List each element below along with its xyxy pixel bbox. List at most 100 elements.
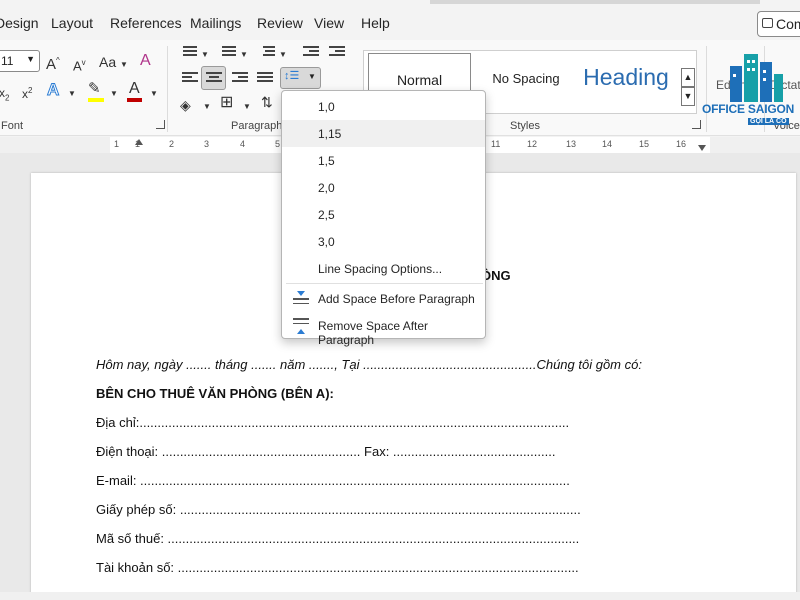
clear-formatting-button[interactable]: A <box>140 52 151 70</box>
chevron-down-icon[interactable]: ▼ <box>150 85 158 103</box>
highlight-color-bar <box>88 98 104 102</box>
styles-group-label: Styles <box>510 120 540 132</box>
right-indent-marker[interactable] <box>698 145 706 153</box>
align-left-icon[interactable] <box>182 72 198 86</box>
align-center-icon <box>206 72 222 86</box>
style-normal-label: Normal <box>396 72 443 88</box>
text-effects-icon: A <box>46 80 60 99</box>
line-spacing-options-item[interactable]: Line Spacing Options... <box>282 255 485 282</box>
highlight-button[interactable]: ✎ <box>88 80 101 98</box>
font-size-combo[interactable]: 11 ▼ <box>0 50 40 72</box>
ruler-number: 11 <box>491 139 501 149</box>
sort-icon[interactable]: ⇅ <box>261 93 273 111</box>
grow-font-button[interactable]: A^ <box>46 52 60 74</box>
style-no-spacing[interactable]: No Spacing <box>476 53 576 111</box>
tab-help[interactable]: Help <box>361 15 390 31</box>
text-effects-button[interactable]: A <box>46 80 60 99</box>
ruler-number: 3 <box>204 139 210 149</box>
option-label: 2,0 <box>318 181 335 195</box>
ruler-number: 14 <box>602 139 613 149</box>
decrease-indent-icon[interactable] <box>303 46 319 60</box>
ruler-number: 13 <box>566 139 577 149</box>
logo-title: OFFICE SAIGON <box>702 102 795 116</box>
option-label: 1,15 <box>318 127 342 141</box>
borders-icon[interactable]: ⊞ <box>220 94 233 112</box>
first-line-indent-marker[interactable] <box>135 137 143 145</box>
subscript-button[interactable]: x2 <box>0 84 9 107</box>
line-spacing-option[interactable]: 2,0 <box>282 174 485 201</box>
arrow-up-icon <box>297 329 305 334</box>
option-label: Add Space Before Paragraph <box>318 292 475 306</box>
line-spacing-option[interactable]: 3,0 <box>282 228 485 255</box>
tab-review[interactable]: Review <box>257 15 303 31</box>
chevron-down-icon: ▼ <box>308 72 316 81</box>
change-case-button[interactable]: Aa ▼ <box>99 53 128 74</box>
line-spacing-option[interactable]: 2,5 <box>282 201 485 228</box>
option-label: 3,0 <box>318 235 335 249</box>
line-spacing-button[interactable]: ↕☰ ▼ <box>280 67 321 89</box>
add-space-before-item[interactable]: Add Space Before Paragraph <box>282 285 485 312</box>
style-heading[interactable]: Heading <box>576 53 676 111</box>
remove-space-after-item[interactable]: Remove Space After Paragraph <box>282 312 485 347</box>
phone-line: Điện thoại: ............................… <box>96 444 556 459</box>
style-no-spacing-label: No Spacing <box>492 71 560 86</box>
superscript-button[interactable]: x2 <box>22 82 32 103</box>
comment-icon <box>762 18 773 28</box>
office-saigon-logo: OFFICE SAIGON GỌI LÀ CÓ <box>700 48 798 128</box>
tab-design[interactable]: Design <box>0 15 39 31</box>
party-a-heading: BÊN CHO THUÊ VĂN PHÒNG (BÊN A): <box>96 386 334 401</box>
chevron-down-icon[interactable]: ▼ <box>279 46 287 64</box>
title-strip <box>430 0 760 4</box>
comments-label: Com <box>776 16 800 32</box>
chevron-down-icon[interactable]: ▼ <box>243 98 251 116</box>
account-line: Tài khoản số: ..........................… <box>96 560 579 575</box>
line-spacing-option-highlighted[interactable]: 1,15 <box>282 120 485 147</box>
line-spacing-option[interactable]: 1,5 <box>282 147 485 174</box>
group-divider <box>167 46 168 132</box>
gallery-scroll-up[interactable]: ▲ <box>681 68 695 87</box>
bullets-icon[interactable] <box>181 46 197 60</box>
line-spacing-option[interactable]: 1,0 <box>282 93 485 120</box>
font-color-icon: A <box>129 80 140 97</box>
ruler-number: 2 <box>169 139 175 149</box>
font-color-button[interactable]: A <box>129 80 140 98</box>
building-logo-icon <box>730 54 783 102</box>
chevron-down-icon[interactable]: ▼ <box>68 85 76 103</box>
chevron-down-icon[interactable]: ▼ <box>240 46 248 64</box>
increase-indent-icon[interactable] <box>329 46 345 60</box>
numbering-icon[interactable] <box>220 46 236 60</box>
highlighter-icon: ✎ <box>88 80 101 97</box>
change-case-label: Aa <box>99 54 117 70</box>
comments-button[interactable]: Com <box>757 11 800 37</box>
tab-mailings[interactable]: Mailings <box>190 15 241 31</box>
chevron-down-icon[interactable]: ▼ <box>203 98 211 116</box>
option-label: Remove Space After Paragraph <box>318 319 429 347</box>
option-label: 1,0 <box>318 100 335 114</box>
arrow-down-icon <box>297 291 305 296</box>
chevron-down-icon[interactable]: ▼ <box>201 46 209 64</box>
chevron-down-icon: ▼ <box>120 60 128 69</box>
tax-code-line: Mã số thuế: ............................… <box>96 531 580 546</box>
intro-line: Hôm nay, ngày ....... tháng ....... năm … <box>96 357 642 372</box>
add-space-before-icon <box>293 291 309 307</box>
shrink-font-button[interactable]: Av <box>73 54 86 75</box>
option-label: Line Spacing Options... <box>318 262 443 276</box>
ruler-number: 1 <box>114 139 120 149</box>
align-right-icon[interactable] <box>232 72 248 86</box>
menu-divider <box>286 283 483 284</box>
font-dialog-launcher-icon[interactable] <box>156 120 165 129</box>
justify-icon[interactable] <box>257 72 273 86</box>
tab-view[interactable]: View <box>314 15 344 31</box>
line-spacing-icon: ↕☰ <box>284 70 300 82</box>
menu-bar: Design Layout References Mailings Review… <box>0 0 800 40</box>
style-heading-label: Heading <box>583 64 669 90</box>
shading-icon[interactable]: ◈ <box>180 96 191 114</box>
chevron-down-icon[interactable]: ▼ <box>110 85 118 103</box>
tab-layout[interactable]: Layout <box>51 15 93 31</box>
status-bar <box>0 592 800 600</box>
multilevel-list-icon[interactable] <box>259 46 275 60</box>
gallery-scroll-down[interactable]: ▼ <box>681 87 695 106</box>
address-line: Địa chỉ:................................… <box>96 415 570 430</box>
tab-references[interactable]: References <box>110 15 182 31</box>
ruler-number: 12 <box>527 139 538 149</box>
